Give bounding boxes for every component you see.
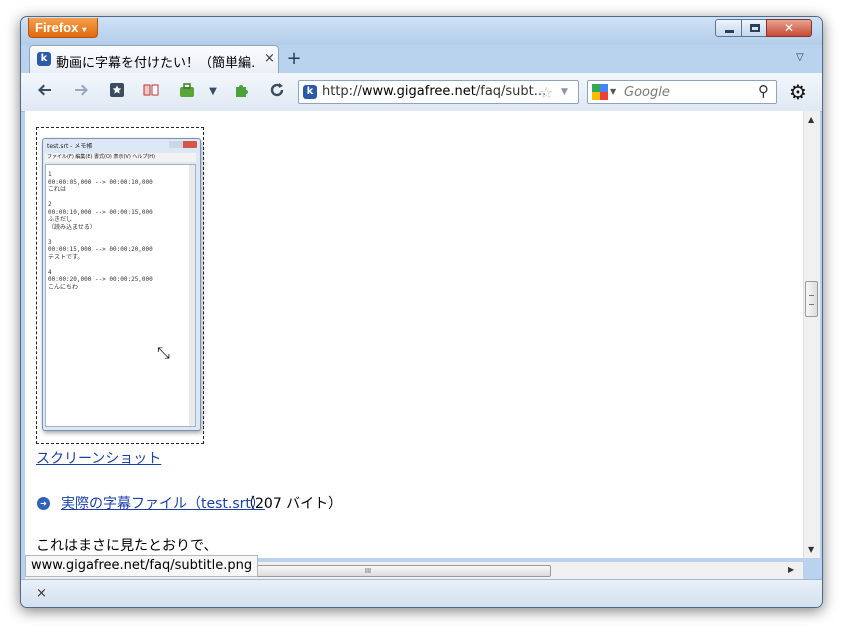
url-path: /faq/subt... <box>475 84 547 99</box>
bookmark-star-icon[interactable]: ☆ <box>539 83 553 102</box>
briefcase-icon <box>180 83 194 97</box>
scroll-up-icon[interactable]: ▲ <box>808 115 814 124</box>
vertical-scrollbar[interactable]: ▲ ▼ <box>803 111 820 558</box>
tab-close-icon[interactable]: × <box>264 51 275 66</box>
addon-bar: × <box>21 579 822 607</box>
list-all-tabs-icon[interactable]: ▽ <box>796 52 804 63</box>
maximize-button[interactable] <box>741 19 767 37</box>
new-tab-button[interactable]: + <box>283 49 305 71</box>
extension-button[interactable] <box>231 82 251 102</box>
firefox-menu-button[interactable]: Firefox ▾ <box>28 18 98 38</box>
search-input[interactable]: Google <box>624 85 670 100</box>
navigation-toolbar: ▼ k http://www.gigafree.net/faq/subt... … <box>21 73 822 112</box>
tab-title: 動画に字幕を付けたい！（簡単編… <box>56 56 256 71</box>
title-bar: Firefox ▾ ✕ <box>21 17 822 45</box>
close-addon-bar-icon[interactable]: × <box>36 586 47 601</box>
resize-arrows-icon: ⤡ <box>157 343 170 362</box>
url-prefix: http:// <box>322 84 362 99</box>
srt-file-link[interactable]: 実際の字幕ファイル（test.srt） <box>61 493 265 513</box>
tab-active[interactable]: k 動画に字幕を付けたい！（簡単編… × <box>29 45 279 73</box>
url-text[interactable]: http://www.gigafree.net/faq/subt... <box>322 84 546 99</box>
minimize-icon <box>725 30 734 33</box>
link-arrow-icon: ➜ <box>37 497 50 510</box>
notepad-menu: ファイル(F) 編集(E) 書式(O) 表示(V) ヘルプ(H) <box>45 153 196 162</box>
notepad-screenshot-image: test.srt - メモ帳 ファイル(F) 編集(E) 書式(O) 表示(V)… <box>42 138 201 431</box>
firefox-menu-label: Firefox <box>35 20 79 35</box>
bookmark-star-icon <box>110 83 124 97</box>
url-history-dropdown-icon[interactable]: ▼ <box>561 87 568 97</box>
forward-button[interactable] <box>71 82 91 102</box>
notepad-body: 1 00:00:05,000 --> 00:00:10,000 これは 2 00… <box>45 164 196 427</box>
close-window-button[interactable]: ✕ <box>766 19 812 37</box>
dropdown-arrow-icon: ▼ <box>209 86 217 97</box>
url-host: www.gigafree.net <box>361 84 476 99</box>
notepad-window-controls <box>169 141 197 148</box>
scroll-right-icon[interactable]: ▶ <box>788 565 794 574</box>
arrow-left-icon <box>38 84 51 96</box>
screenshot-image-link[interactable]: test.srt - メモ帳 ファイル(F) 編集(E) 書式(O) 表示(V)… <box>36 127 204 444</box>
search-bar[interactable]: ▼ Google ⚲ <box>587 80 777 104</box>
addon-dropdown-button[interactable]: ▼ <box>203 82 223 102</box>
site-favicon-icon: k <box>37 52 51 66</box>
search-engine-dropdown-icon[interactable]: ▼ <box>610 87 616 96</box>
grip-icon <box>809 295 814 305</box>
srt-file-size: （207 バイト） <box>241 496 343 512</box>
notepad-title: test.srt - メモ帳 <box>47 143 93 150</box>
browser-window: Firefox ▾ ✕ k 動画に字幕を付けたい！（簡単編… × + ▽ ▼ k… <box>20 16 823 608</box>
reading-button[interactable] <box>141 82 161 102</box>
body-paragraph: これはまさに見たとおりで、 <box>36 538 218 554</box>
arrow-right-icon <box>75 84 88 96</box>
tab-strip: k 動画に字幕を付けたい！（簡単編… × + ▽ <box>21 45 822 73</box>
gear-icon[interactable]: ⚙ <box>789 80 807 104</box>
search-icon[interactable]: ⚲ <box>758 82 769 100</box>
puzzle-piece-icon <box>236 85 248 97</box>
link-status-tooltip: www.gigafree.net/faq/subtitle.png <box>25 555 259 577</box>
google-logo-icon[interactable] <box>592 84 608 100</box>
address-bar[interactable]: k http://www.gigafree.net/faq/subt... ☆ … <box>298 80 579 104</box>
notepad-text: 1 00:00:05,000 --> 00:00:10,000 これは 2 00… <box>48 171 153 291</box>
reload-button[interactable] <box>267 82 287 102</box>
scroll-down-icon[interactable]: ▼ <box>808 545 814 554</box>
bookmarks-button[interactable] <box>107 82 127 102</box>
close-icon: ✕ <box>783 21 795 35</box>
screenshot-caption-link[interactable]: スクリーンショット <box>36 448 161 468</box>
addon-button[interactable] <box>177 82 197 102</box>
chevron-down-icon: ▾ <box>82 25 87 34</box>
back-button[interactable] <box>35 82 55 102</box>
reload-icon <box>270 83 284 97</box>
book-icon <box>143 84 159 96</box>
page-content: test.srt - メモ帳 ファイル(F) 編集(E) 書式(O) 表示(V)… <box>25 111 803 558</box>
site-identity-icon[interactable]: k <box>303 85 317 99</box>
notepad-scrollbar <box>189 165 195 426</box>
minimize-button[interactable] <box>715 19 742 37</box>
vertical-scroll-thumb[interactable] <box>805 281 818 317</box>
maximize-icon <box>750 24 760 32</box>
